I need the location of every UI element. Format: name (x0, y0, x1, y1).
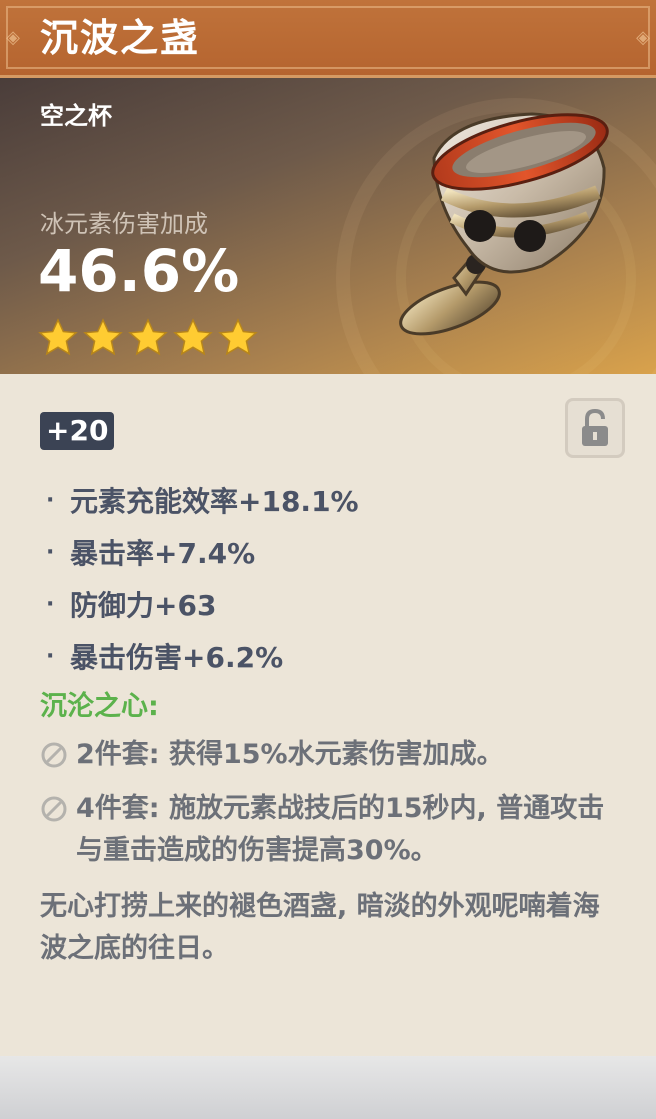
substat-item: · 暴击伤害+6.2% (46, 630, 359, 682)
artifact-description: 无心打捞上来的褪色酒盏, 暗淡的外观呢喃着海波之底的往日。 (40, 891, 600, 964)
substat-text: 防御力+63 (70, 589, 217, 622)
star-icon (218, 318, 258, 356)
substat-text: 暴击伤害+6.2% (70, 641, 284, 674)
rarity-stars (38, 318, 258, 358)
lock-button[interactable] (565, 398, 625, 458)
artifact-details: +20 · 元素充能效率+18.1% · 暴击率+7.4% · 防御力+63 ·… (0, 374, 656, 1056)
star-icon (83, 318, 123, 356)
bullet: · (46, 643, 55, 669)
main-stat-value: 46.6% (38, 237, 240, 305)
substat-item: · 元素充能效率+18.1% (46, 474, 359, 526)
goblet-icon (399, 112, 609, 336)
background-strip (0, 1056, 656, 1119)
set-bonus-text: 4件套: 施放元素战技后的15秒内, 普通攻击与重击造成的伤害提高30%。 (76, 793, 605, 866)
bullet: · (46, 487, 55, 513)
substat-text: 暴击率+7.4% (70, 537, 256, 570)
substat-item: · 防御力+63 (46, 578, 359, 630)
bullet: · (46, 591, 55, 617)
substat-text: 元素充能效率+18.1% (70, 485, 359, 518)
level-badge: +20 (40, 412, 115, 450)
star-icon (173, 318, 213, 356)
bullet: · (46, 539, 55, 565)
prohibited-icon (40, 788, 76, 830)
star-icon (128, 318, 168, 356)
set-name: 沉沦之心: (40, 691, 159, 722)
star-icon (38, 318, 78, 356)
artifact-card: ◈ ◈ 沉波之盏 空之杯 冰元素伤害加成 46.6% +20 · 元素充能效率+… (0, 0, 656, 1056)
set-bonus-text: 2件套: 获得15%水元素伤害加成。 (76, 739, 504, 770)
artifact-type: 空之杯 (40, 102, 112, 130)
substat-list: · 元素充能效率+18.1% · 暴击率+7.4% · 防御力+63 · 暴击伤… (46, 474, 359, 682)
ornament-right-icon: ◈ (636, 27, 650, 48)
set-bonus-2pc: 2件套: 获得15%水元素伤害加成。 (40, 734, 620, 776)
prohibited-icon (40, 734, 76, 776)
main-stat-name: 冰元素伤害加成 (40, 210, 208, 238)
unlock-icon (582, 408, 608, 446)
artifact-name: 沉波之盏 (40, 16, 201, 60)
ornament-left-icon: ◈ (6, 27, 20, 48)
set-bonus-4pc: 4件套: 施放元素战技后的15秒内, 普通攻击与重击造成的伤害提高30%。 (40, 788, 620, 872)
artifact-hero: 空之杯 冰元素伤害加成 46.6% (0, 78, 656, 374)
title-bar: ◈ ◈ 沉波之盏 (0, 0, 656, 78)
substat-item: · 暴击率+7.4% (46, 526, 359, 578)
